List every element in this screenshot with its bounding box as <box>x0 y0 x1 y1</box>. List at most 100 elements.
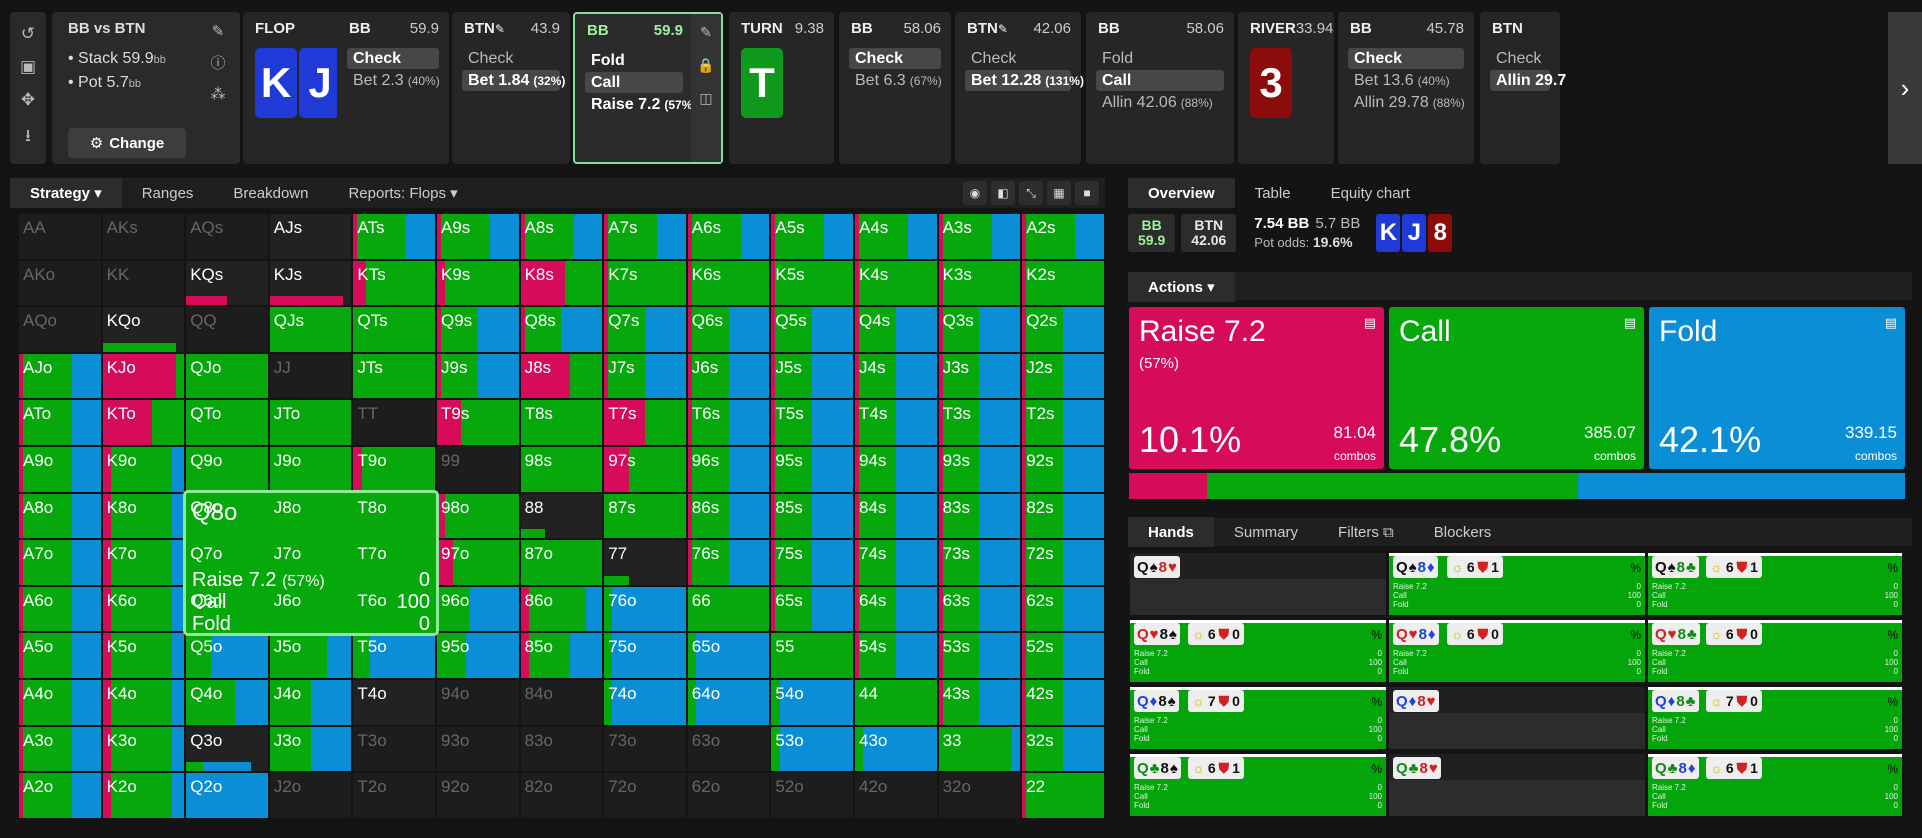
action-option[interactable]: Call <box>585 72 683 93</box>
hand-cell[interactable]: T4o <box>352 679 436 726</box>
hand-cell[interactable]: 83s <box>937 492 1022 540</box>
column-bb5[interactable]: BB 45.78 Check Bet 13.6 (40%) Allin 29.78 (88%… <box>1338 12 1474 164</box>
details-icon[interactable]: ▤ <box>1885 315 1897 331</box>
hand-cell[interactable]: J3s <box>937 352 1022 400</box>
hand-cell[interactable]: 94s <box>854 446 938 493</box>
hand-cell[interactable]: 93o <box>436 725 520 773</box>
hand-cell[interactable]: T5s <box>770 399 854 446</box>
hand-cell[interactable]: 33 <box>937 725 1022 773</box>
column-bb3[interactable]: BB 58.06 Check Bet 6.3 (67%) <box>839 12 951 164</box>
hand-cell[interactable]: J6s <box>686 352 771 400</box>
action-option[interactable]: Allin 29.7 <box>1490 70 1566 91</box>
hand-cell[interactable]: 62s <box>1021 585 1105 633</box>
tab-ranges[interactable]: Ranges <box>122 178 214 208</box>
compare-icon[interactable]: ◫ <box>699 90 712 107</box>
hand-cell[interactable]: 43o <box>854 725 938 773</box>
hand-cell[interactable]: T3s <box>937 399 1022 446</box>
hand-cell[interactable]: Q5s <box>770 306 854 353</box>
gamepad-icon[interactable]: ✥ <box>21 90 35 110</box>
hand-cell[interactable]: K4o <box>101 679 186 726</box>
hand-cell[interactable]: AJs <box>268 213 353 260</box>
hand-cell[interactable]: K7o <box>101 539 186 586</box>
hand-cell[interactable]: 77 <box>603 539 687 586</box>
hand-cell[interactable]: 43s <box>937 679 1022 726</box>
action-box-raise[interactable]: Raise 7.2 (57%) 10.1% 81.04 combos ▤ <box>1129 307 1384 469</box>
column-btn3[interactable]: BTN Check Allin 29.7 <box>1480 12 1566 164</box>
hand-cell[interactable]: A2o <box>18 772 102 819</box>
action-option[interactable]: Bet 12.28 (131%) <box>965 70 1084 91</box>
hand-cell[interactable]: JJ <box>268 352 353 400</box>
hand-cell[interactable]: K2s <box>1021 259 1105 307</box>
action-option[interactable]: Bet 6.3 (67%) <box>849 70 942 91</box>
combo-card[interactable]: Q ♥ 8 ♦ ☼ 6 ⛊ 0% Raise 7.2 0 Call 100 Fold 0 <box>1388 619 1646 683</box>
tab-breakdown[interactable]: Breakdown <box>213 178 328 208</box>
action-option[interactable]: Raise 7.2 (57%) <box>585 94 696 115</box>
hand-cell[interactable]: 72o <box>603 772 687 819</box>
hand-cell[interactable]: 32s <box>1021 725 1105 773</box>
tab-reports-flops[interactable]: Reports: Flops ▾ <box>328 178 477 208</box>
action-option[interactable]: Check <box>347 48 439 69</box>
hand-cell[interactable]: KTs <box>352 259 436 307</box>
hand-cell[interactable]: J7s <box>603 352 687 400</box>
hand-cell[interactable]: KQo <box>101 306 186 353</box>
hand-cell[interactable]: Q6s <box>686 306 771 353</box>
hand-cell[interactable]: K5o <box>101 632 186 679</box>
hand-cell[interactable]: J4o <box>268 679 353 726</box>
hand-cell[interactable]: T7s <box>603 399 687 446</box>
action-option[interactable]: Check <box>849 48 941 69</box>
hand-cell[interactable]: T9o <box>352 446 436 493</box>
hand-cell[interactable]: J5o <box>268 632 353 679</box>
hand-cell[interactable]: 98s <box>519 446 604 493</box>
hand-cell[interactable]: A8o <box>18 492 102 540</box>
grid-icon[interactable]: ▦ <box>1047 181 1071 205</box>
tab-filters[interactable]: Filters ⧉ <box>1318 517 1414 547</box>
edit-icon[interactable]: ✎ <box>212 22 225 40</box>
hand-cell[interactable]: T2s <box>1021 399 1105 446</box>
hand-cell[interactable]: 75o <box>603 632 687 679</box>
hand-cell[interactable]: A9s <box>436 213 520 260</box>
column-bb2[interactable]: BB 59.9 Fold Call Raise 7.2 (57%) ✎ 🔒 ◫ <box>573 12 723 164</box>
hand-cell[interactable]: QTo <box>185 399 269 446</box>
combo-card[interactable]: Q ♠ 8 ♣ ☼ 6 ⛊ 1% Raise 7.2 0 Call 100 Fold 0 <box>1647 552 1903 616</box>
hand-cell[interactable]: 95o <box>436 632 520 679</box>
fit-icon[interactable]: ⭳ <box>25 123 31 152</box>
hand-cell[interactable]: Q9o <box>185 446 269 493</box>
hand-cell[interactable]: J4s <box>854 352 938 400</box>
pencil-icon[interactable]: ✎ <box>700 24 712 41</box>
tab-hands[interactable]: Hands <box>1128 517 1214 547</box>
hand-cell[interactable]: K2o <box>101 772 186 819</box>
history-icon[interactable]: ↺ <box>21 24 35 44</box>
save-icon[interactable]: ▣ <box>20 57 36 77</box>
action-option[interactable]: Check <box>1490 48 1550 69</box>
hand-cell[interactable]: KK <box>101 259 186 307</box>
hand-cell[interactable]: KJs <box>268 259 353 307</box>
hand-cell[interactable]: 53s <box>937 632 1022 679</box>
tab-summary[interactable]: Summary <box>1214 517 1318 547</box>
hand-cell[interactable]: 95s <box>770 446 854 493</box>
hand-cell[interactable]: K5s <box>770 259 854 307</box>
hand-cell[interactable]: Q8s <box>519 306 604 353</box>
hand-cell[interactable]: K8o <box>101 492 186 540</box>
combo-card[interactable]: Q ♣ 8 ♦ ☼ 6 ⛊ 1% Raise 7.2 0 Call 100 Fold 0 <box>1647 753 1903 817</box>
column-btn2[interactable]: BTN✎ 42.06 Check Bet 12.28 (131%) <box>955 12 1084 164</box>
hand-cell[interactable]: Q2s <box>1021 306 1105 353</box>
strip-next-button[interactable]: › <box>1888 12 1922 164</box>
hand-cell[interactable]: 52o <box>770 772 854 819</box>
combo-card[interactable]: Q ♦ 8 ♥ <box>1388 686 1646 750</box>
hand-cell[interactable]: 64s <box>854 585 938 633</box>
hand-cell[interactable]: J2o <box>268 772 353 819</box>
hand-cell[interactable]: J9s <box>436 352 520 400</box>
combo-card[interactable]: Q ♠ 8 ♦ ☼ 6 ⛊ 1% Raise 7.2 0 Call 100 Fold 0 <box>1388 552 1646 616</box>
tab-overview[interactable]: Overview <box>1128 178 1235 208</box>
hand-cell[interactable]: KJo <box>101 352 186 400</box>
hand-cell[interactable]: 84s <box>854 492 938 540</box>
combo-card[interactable]: Q ♠ 8 ♥ <box>1129 552 1387 616</box>
hand-cell[interactable]: 82s <box>1021 492 1105 540</box>
info-icon[interactable]: ⓘ <box>210 52 225 73</box>
hand-cell[interactable]: 97o <box>436 539 520 586</box>
hand-cell[interactable]: Q5o <box>185 632 269 679</box>
hand-cell[interactable]: 54o <box>770 679 854 726</box>
hand-cell[interactable]: 65s <box>770 585 854 633</box>
action-option[interactable]: Allin 42.06 (88%) <box>1096 92 1224 113</box>
hand-cell[interactable]: T5o <box>352 632 436 679</box>
